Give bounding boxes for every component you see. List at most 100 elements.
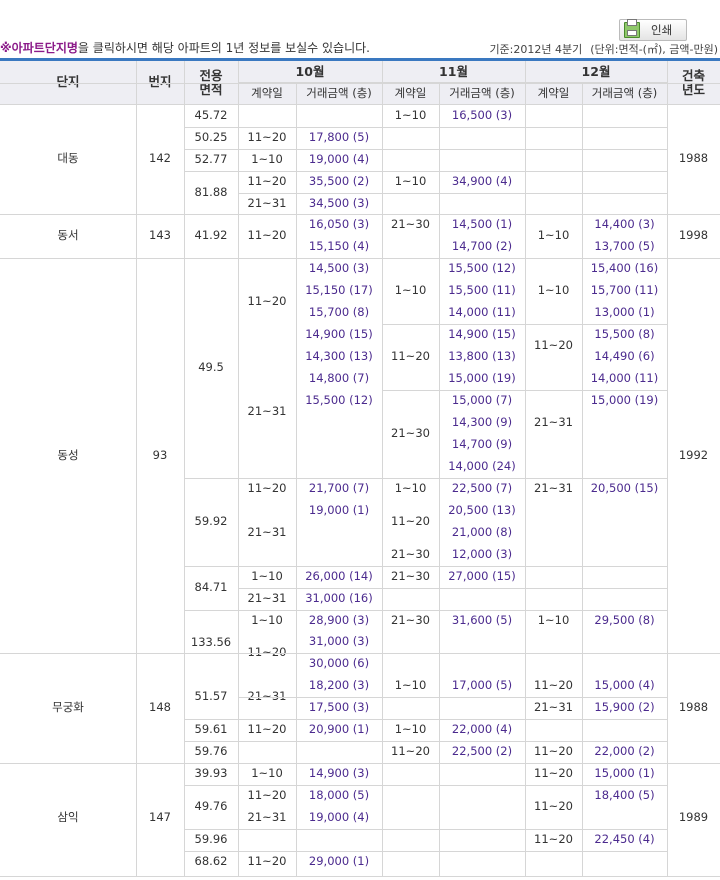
contract-day: 21~31	[247, 525, 287, 540]
contract-day: 21~31	[534, 481, 573, 496]
price-floor: 29,500 (8)	[594, 612, 655, 627]
grid-line	[667, 61, 668, 877]
grid-line	[525, 61, 526, 877]
price-floor: 14,900 (3)	[308, 766, 370, 781]
complex-name-link[interactable]: 삼익	[0, 763, 136, 873]
contract-day: 21~30	[391, 217, 430, 232]
contract-day: 21~31	[247, 404, 287, 419]
price-floor: 14,490 (6)	[594, 349, 655, 364]
price-floor: 15,400 (16)	[590, 261, 659, 276]
area-value: 84.71	[194, 580, 228, 595]
grid-line	[0, 763, 720, 764]
price-floor: 14,700 (2)	[451, 239, 513, 254]
contract-day: 11~20	[534, 799, 573, 814]
complex-name-link[interactable]: 동성	[0, 258, 136, 653]
price-floor: 14,400 (3)	[594, 217, 655, 232]
price-floor: 15,500 (11)	[448, 283, 516, 298]
lot-number: 143	[149, 228, 171, 243]
price-floor: 16,500 (3)	[451, 107, 513, 122]
contract-day: 21~30	[391, 612, 430, 627]
price-floor: 22,000 (4)	[451, 722, 513, 737]
price-floor: 20,900 (1)	[308, 722, 370, 737]
price-floor: 15,700 (8)	[308, 305, 370, 320]
complex-name-link[interactable]: 동서	[0, 214, 136, 258]
price-floor: 22,500 (2)	[451, 744, 513, 759]
grid-line	[238, 61, 239, 877]
price-floor: 19,000 (4)	[308, 152, 370, 167]
price-floor: 18,400 (5)	[594, 788, 655, 803]
price-floor: 31,600 (5)	[451, 612, 513, 627]
grid-line	[184, 785, 667, 786]
contract-day: 11~20	[247, 481, 287, 496]
grid-line	[238, 82, 667, 83]
grid-line	[0, 104, 720, 105]
price-floor: 15,500 (12)	[448, 261, 516, 276]
print-button[interactable]: 인쇄	[619, 19, 687, 41]
header-amount: 거래금액 (층)	[591, 85, 658, 100]
contract-day: 21~30	[391, 569, 430, 584]
header-month-oct: 10월	[295, 63, 325, 79]
contract-day: 21~31	[247, 195, 287, 210]
price-floor: 35,500 (2)	[308, 174, 370, 189]
contract-day: 21~31	[247, 591, 287, 606]
area-value: 59.76	[194, 744, 228, 759]
notice-text: ※아파트단지명을 클릭하시면 해당 아파트의 1년 정보를 보실수 있습니다.	[0, 41, 370, 55]
criteria-text: 기준:2012년 4분기 (단위:면적-(㎡), 금액-만원)	[489, 43, 718, 56]
header-contract-day: 계약일	[537, 85, 570, 100]
area-value: 59.92	[194, 514, 228, 529]
header-amount: 거래금액 (층)	[306, 85, 372, 100]
price-floor: 15,000 (19)	[448, 371, 516, 386]
price-floor: 34,500 (3)	[308, 195, 370, 210]
price-floor: 31,000 (3)	[308, 634, 370, 649]
price-floor: 18,000 (5)	[308, 788, 370, 803]
contract-day: 21~31	[534, 415, 573, 430]
complex-name-link[interactable]: 대동	[0, 104, 136, 214]
price-floor: 17,500 (3)	[308, 700, 370, 715]
price-floor: 30,000 (6)	[308, 656, 370, 671]
contract-day: 1~10	[394, 678, 427, 693]
price-floor: 15,000 (7)	[451, 393, 513, 408]
price-floor: 14,300 (9)	[451, 415, 513, 430]
contract-day: 11~20	[534, 678, 573, 693]
price-floor: 14,800 (7)	[308, 371, 370, 386]
price-floor: 14,500 (1)	[451, 217, 513, 232]
lot-number: 93	[152, 447, 168, 462]
price-floor: 26,000 (14)	[305, 569, 373, 584]
price-floor: 15,000 (19)	[590, 393, 659, 408]
grid-line	[184, 149, 667, 150]
price-floor: 27,000 (15)	[448, 569, 516, 584]
contract-day: 21~30	[391, 426, 430, 441]
area-value: 39.93	[194, 766, 228, 781]
year-built: 1992	[678, 447, 709, 462]
lot-number: 147	[149, 810, 171, 825]
complex-name-link[interactable]: 무궁화	[0, 653, 136, 763]
price-floor: 15,500 (8)	[594, 327, 655, 342]
contract-day: 11~20	[247, 294, 287, 309]
grid-line	[184, 719, 667, 720]
contract-day: 21~30	[391, 547, 430, 562]
grid-line	[0, 653, 720, 654]
contract-day: 11~20	[247, 854, 287, 869]
year-built: 1988	[678, 700, 709, 715]
price-floor: 14,300 (13)	[305, 349, 373, 364]
grid-line	[238, 697, 667, 698]
price-floor: 14,500 (3)	[308, 261, 370, 276]
contract-day: 1~10	[251, 766, 283, 781]
area-value: 81.88	[194, 184, 228, 199]
price-floor: 15,150 (17)	[305, 283, 373, 298]
grid-line	[184, 741, 667, 742]
area-value: 68.62	[194, 854, 228, 869]
price-floor: 13,000 (1)	[594, 305, 655, 320]
area-value: 45.72	[194, 107, 228, 122]
contract-day: 1~10	[394, 174, 427, 189]
price-floor: 12,000 (3)	[451, 547, 513, 562]
lot-number: 142	[149, 151, 171, 166]
price-floor: 15,700 (11)	[590, 283, 659, 298]
price-floor: 34,900 (4)	[451, 174, 513, 189]
grid-line	[184, 171, 667, 172]
contract-day: 21~31	[534, 700, 573, 715]
contract-day: 1~10	[537, 283, 570, 298]
price-floor: 28,900 (3)	[308, 612, 370, 627]
price-floor: 14,900 (15)	[448, 327, 516, 342]
transaction-table: 단지 번지 전용 면적 건축 년도 10월 계약일 거래금액 (층) 11월 계약일 거래금액 (층)…	[0, 58, 720, 880]
